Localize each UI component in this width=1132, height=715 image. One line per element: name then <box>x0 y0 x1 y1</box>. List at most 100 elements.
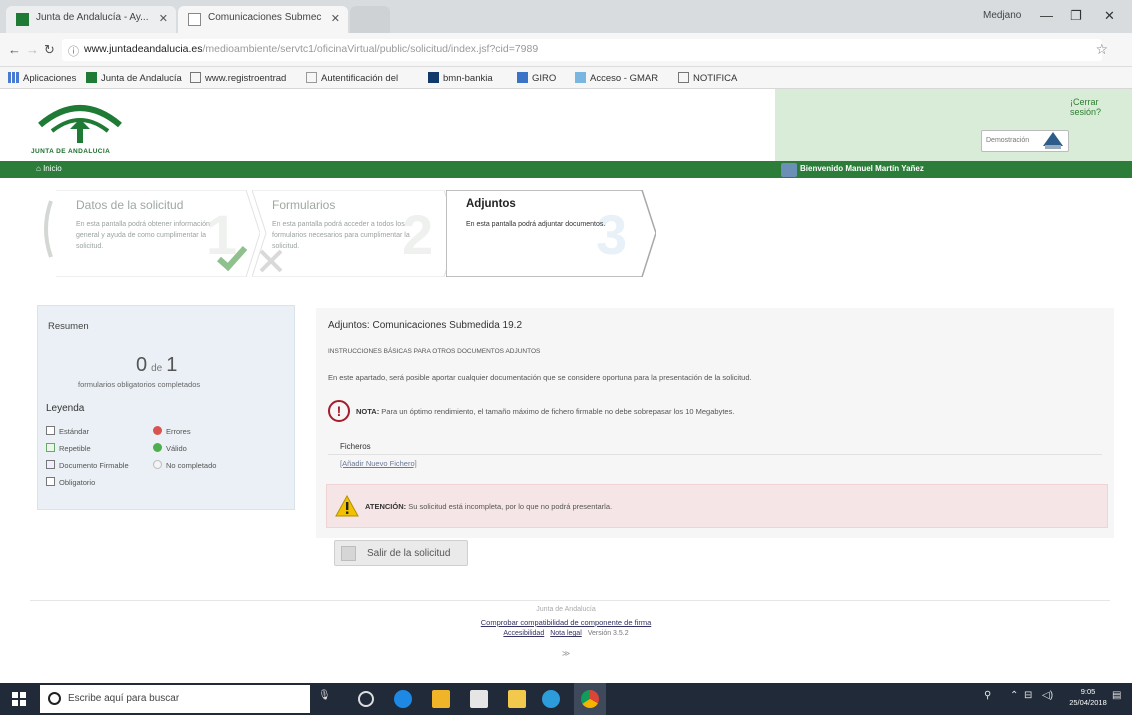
bookmark-gmar[interactable]: Acceso - GMAR <box>575 72 658 84</box>
legend-label: Documento Firmable <box>59 461 129 470</box>
bookmark-label: GIRO <box>532 73 557 84</box>
check-signature-link[interactable]: Comprobar compatibilidad de componente d… <box>481 618 652 627</box>
legend-label: Obligatorio <box>59 478 96 487</box>
volume-icon[interactable]: ◁) <box>1042 690 1053 701</box>
legal-note-link[interactable]: Nota legal <box>550 630 582 637</box>
bookmark-bmn-bankia[interactable]: bmn-bankia <box>428 72 493 84</box>
count-total: 1 <box>166 354 178 376</box>
summary-sidebar: Resumen 0 de 1 formularios obligatorios co… <box>37 305 295 510</box>
microphone-icon[interactable]: 🎙 <box>318 690 331 701</box>
bookmark-junta[interactable]: Junta de Andalucía <box>86 72 182 84</box>
accessibility-link[interactable]: Accesibilidad <box>503 630 544 637</box>
folder-icon[interactable] <box>508 690 526 708</box>
bookmark-autentificacion[interactable]: Autentificación del <box>306 72 398 84</box>
incomplete-warning: ATENCIÓN: Su solicitud está incompleta, … <box>326 484 1108 528</box>
close-window-icon[interactable]: ✕ <box>1104 8 1115 24</box>
close-tab-icon[interactable]: ✕ <box>159 12 168 25</box>
info-icon[interactable]: ⓘ <box>68 43 79 59</box>
note-text: NOTA: Para un óptimo rendimiento, el tam… <box>356 407 734 416</box>
junta-favicon-icon <box>16 13 29 26</box>
warning-body: Su solicitud está incompleta, por lo que… <box>408 502 613 511</box>
forward-icon[interactable]: → <box>26 42 39 57</box>
version-text: Versión 3.5.2 <box>587 630 629 637</box>
demo-label: Demostración <box>986 137 1030 144</box>
close-tab-icon[interactable]: ✕ <box>331 12 340 25</box>
browser-user[interactable]: Medjano <box>983 10 1021 21</box>
chrome-icon[interactable] <box>581 690 599 708</box>
people-icon[interactable]: ⚲ <box>984 690 991 701</box>
home-label: Inicio <box>43 164 62 173</box>
windows-start-icon[interactable] <box>12 692 26 706</box>
internet-explorer-icon[interactable] <box>542 690 560 708</box>
junta-favicon-icon <box>86 72 97 83</box>
clock[interactable]: 9:05 25/04/2018 <box>1068 686 1108 708</box>
url-input[interactable]: ⓘ www.juntadeandalucia.es/medioambiente/… <box>62 39 1102 61</box>
page-icon <box>190 72 201 83</box>
logout-link[interactable]: ¡Cerrar sesión? <box>1070 97 1132 117</box>
task-view-icon[interactable] <box>358 691 374 707</box>
file-explorer-icon[interactable] <box>432 690 450 708</box>
demo-stamp-icon <box>1040 128 1066 152</box>
warning-text: ATENCIÓN: Su solicitud está incompleta, … <box>365 502 612 511</box>
step-title: Datos de la solicitud <box>76 198 184 212</box>
wizard-step-datos[interactable]: 1 Datos de la solicitud En esta pantalla… <box>56 190 260 277</box>
cortana-icon <box>48 692 61 705</box>
legend-label: Válido <box>166 444 187 453</box>
incomplete-dot-icon <box>153 460 162 469</box>
bookmark-registro[interactable]: www.registroentrad <box>190 72 286 84</box>
instructions-heading: INSTRUCCIONES BÁSICAS PARA OTROS DOCUMEN… <box>328 348 541 355</box>
bookmark-label: NOTIFICA <box>693 73 738 84</box>
warning-label: ATENCIÓN: <box>365 502 407 511</box>
summary-subtitle: formularios obligatorios completados <box>78 380 201 389</box>
network-icon[interactable]: ⊟ <box>1024 690 1032 701</box>
instructions-text: En este apartado, será posible aportar c… <box>328 373 752 382</box>
bookmark-giro[interactable]: GIRO <box>517 72 556 84</box>
panel-title: Adjuntos: Comunicaciones Submedida 19.2 <box>328 320 523 331</box>
note-message: ! NOTA: Para un óptimo rendimiento, el t… <box>328 400 1098 424</box>
count-separator: de <box>151 363 163 374</box>
add-file-link[interactable]: [Añadir Nuevo Fichero] <box>340 459 417 468</box>
wizard-step-formularios[interactable]: 2 Formularios En esta pantalla podrá acc… <box>252 190 458 277</box>
wizard-step-adjuntos[interactable]: 3 Adjuntos En esta pantalla podrá adjunt… <box>446 190 656 277</box>
tray-chevron-icon[interactable]: ⌃ <box>1010 690 1018 701</box>
new-tab-button[interactable] <box>350 6 390 33</box>
edge-icon[interactable] <box>394 690 412 708</box>
wizard-left-bracket-icon <box>44 200 53 258</box>
windows-taskbar: Escribe aquí para buscar <box>0 683 1132 715</box>
bookmark-label: Acceso - GMAR <box>590 73 659 84</box>
exit-application-button[interactable]: Salir de la solicitud <box>334 540 468 566</box>
legend-label: Errores <box>166 427 191 436</box>
page-favicon-icon <box>188 13 201 26</box>
bookmark-label: bmn-bankia <box>443 73 493 84</box>
bookmark-notifica[interactable]: NOTIFICA <box>678 72 737 84</box>
legend-valido: Válido <box>153 443 187 453</box>
bookmark-label: Aplicaciones <box>23 73 77 84</box>
url-path: /medioambiente/servtc1/oficinaVirtual/pu… <box>202 43 539 55</box>
bookmark-aplicaciones[interactable]: Aplicaciones <box>8 72 76 84</box>
url-host: www.juntadeandalucia.es <box>84 43 203 55</box>
tab-label: Junta de Andalucía - Ay... <box>36 12 149 23</box>
welcome-text: Bienvenido Manuel Martín Yañez <box>800 164 924 173</box>
legend-obligatorio: Obligatorio <box>46 477 95 487</box>
step-description: En esta pantalla podrá adjuntar document… <box>466 221 606 228</box>
note-label: NOTA: <box>356 407 380 416</box>
store-icon[interactable] <box>470 690 488 708</box>
junta-logo[interactable] <box>30 97 130 147</box>
signable-doc-icon <box>46 460 55 469</box>
step-title: Formularios <box>272 198 336 212</box>
tab-junta-andalucia[interactable]: Junta de Andalucía - Ay... ✕ <box>6 6 176 33</box>
reload-icon[interactable]: ↻ <box>44 42 55 58</box>
tab-comunicaciones[interactable]: Comunicaciones Submec ✕ <box>178 6 348 33</box>
taskbar-search-input[interactable]: Escribe aquí para buscar <box>40 685 310 713</box>
back-icon[interactable]: ← <box>8 42 21 57</box>
files-heading: Ficheros <box>340 442 371 451</box>
notifications-icon[interactable]: ▤ <box>1112 690 1121 701</box>
minimize-icon[interactable]: — <box>1040 8 1053 23</box>
tab-label: Comunicaciones Submec <box>208 12 322 23</box>
home-link[interactable]: ⌂ Inicio <box>36 164 62 173</box>
exit-icon <box>341 546 356 561</box>
maximize-icon[interactable]: ❐ <box>1070 8 1082 24</box>
bookmark-star-icon[interactable]: ☆ <box>1095 41 1108 58</box>
completion-counter: 0 de 1 <box>136 354 177 377</box>
legend-label: Repetible <box>59 444 91 453</box>
